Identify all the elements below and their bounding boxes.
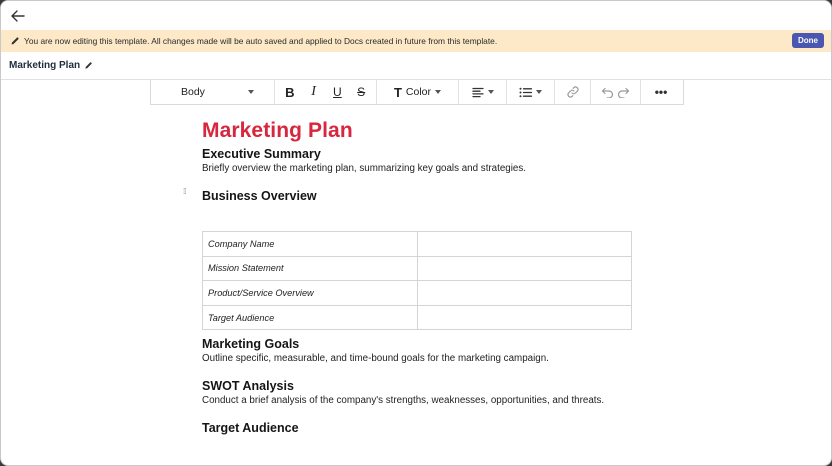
table-label-cell[interactable]: Product/Service Overview bbox=[202, 280, 418, 306]
insert-link-group bbox=[555, 80, 591, 104]
text-color-label: Color bbox=[405, 86, 432, 98]
section-heading[interactable]: Target Audience bbox=[202, 421, 662, 435]
back-arrow-icon[interactable] bbox=[9, 7, 27, 25]
section-heading[interactable]: Business Overview bbox=[202, 189, 662, 203]
table-row: Product/Service Overview bbox=[202, 280, 632, 306]
more-options-button[interactable]: ••• bbox=[641, 80, 681, 104]
business-overview-table: Company Name Mission Statement Product/S… bbox=[202, 231, 632, 331]
chevron-down-icon bbox=[435, 90, 442, 94]
table-value-cell[interactable] bbox=[417, 255, 632, 282]
table-label-cell[interactable]: Company Name bbox=[202, 231, 418, 257]
bullet-list-icon bbox=[519, 87, 532, 97]
text-color-dropdown[interactable]: T Color bbox=[377, 80, 459, 104]
underline-button[interactable]: U bbox=[328, 85, 346, 99]
table-row: Company Name bbox=[202, 231, 632, 257]
list-dropdown[interactable] bbox=[507, 80, 555, 104]
paragraph-style-value: Body bbox=[181, 86, 205, 98]
chevron-down-icon bbox=[536, 90, 542, 94]
section-text[interactable]: Briefly overview the marketing plan, sum… bbox=[202, 163, 662, 174]
drag-handle-icon[interactable]: ⁞⁞ bbox=[183, 187, 187, 196]
chevron-down-icon bbox=[487, 90, 494, 94]
history-group bbox=[591, 80, 641, 104]
align-left-icon bbox=[471, 87, 484, 97]
redo-icon[interactable] bbox=[617, 87, 630, 98]
edit-name-pencil-icon[interactable] bbox=[84, 61, 93, 70]
section-text[interactable]: Outline specific, measurable, and time-b… bbox=[202, 353, 662, 364]
italic-button[interactable]: I bbox=[305, 84, 323, 100]
table-row: Mission Statement bbox=[202, 255, 632, 282]
document-title[interactable]: Marketing Plan bbox=[202, 119, 662, 143]
done-button[interactable]: Done bbox=[792, 33, 824, 48]
chevron-down-icon bbox=[248, 90, 254, 94]
table-row: Target Audience bbox=[202, 304, 632, 331]
table-label-cell[interactable]: Target Audience bbox=[202, 304, 418, 331]
section-heading[interactable]: Marketing Goals bbox=[202, 337, 662, 351]
table-label-cell[interactable]: Mission Statement bbox=[202, 255, 418, 282]
table-value-cell[interactable] bbox=[417, 231, 632, 257]
strikethrough-button[interactable]: S bbox=[352, 85, 370, 99]
edit-template-banner: You are now editing this template. All c… bbox=[1, 30, 831, 52]
formatting-toolbar: Body B I U S T Color ••• bbox=[150, 80, 684, 105]
undo-icon[interactable] bbox=[601, 87, 614, 98]
document-title-bar: Marketing Plan bbox=[1, 52, 831, 80]
section-heading[interactable]: SWOT Analysis bbox=[202, 379, 662, 393]
text-color-icon: T bbox=[393, 84, 402, 100]
align-dropdown[interactable] bbox=[459, 80, 507, 104]
link-icon[interactable] bbox=[566, 85, 580, 99]
text-format-group: B I U S bbox=[275, 80, 377, 104]
bold-button[interactable]: B bbox=[281, 85, 299, 100]
top-bar bbox=[1, 1, 831, 30]
app-window: You are now editing this template. All c… bbox=[0, 0, 832, 466]
banner-message: You are now editing this template. All c… bbox=[24, 36, 498, 46]
section-heading[interactable]: Executive Summary bbox=[202, 147, 662, 161]
table-value-cell[interactable] bbox=[417, 280, 632, 306]
pencil-icon bbox=[11, 37, 19, 45]
paragraph-style-dropdown[interactable]: Body bbox=[151, 80, 275, 104]
table-value-cell[interactable] bbox=[417, 304, 632, 331]
section-text[interactable]: Conduct a brief analysis of the company'… bbox=[202, 395, 662, 406]
document-name[interactable]: Marketing Plan bbox=[9, 60, 80, 71]
